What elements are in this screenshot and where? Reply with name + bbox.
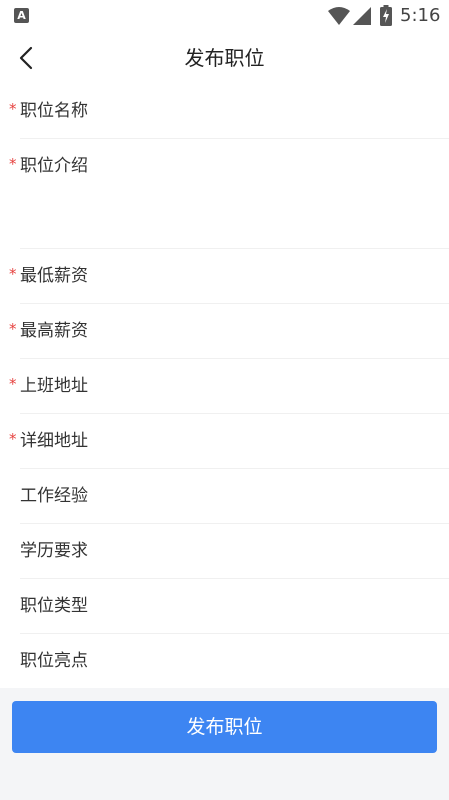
field-label: 详细地址	[20, 431, 88, 451]
status-time: 5:16	[400, 5, 441, 26]
required-mark: *	[9, 265, 17, 283]
field-label: 职位介绍	[20, 156, 88, 176]
field-job-type[interactable]: 职位类型	[20, 579, 449, 634]
battery-charging-icon	[380, 5, 392, 26]
required-mark: *	[9, 320, 17, 338]
publish-job-button[interactable]: 发布职位	[12, 701, 437, 753]
notification-badge: A	[14, 8, 29, 23]
field-detail-address[interactable]: * 详细地址	[9, 414, 449, 469]
wifi-icon	[328, 7, 350, 25]
field-label: 职位名称	[20, 101, 88, 121]
page-title: 发布职位	[184, 46, 265, 70]
status-bar: A 5:16	[0, 0, 449, 32]
signal-icon	[353, 7, 371, 25]
required-mark: *	[9, 375, 17, 393]
required-mark: *	[9, 430, 17, 448]
required-mark: *	[9, 100, 17, 118]
field-job-description[interactable]: * 职位介绍	[9, 139, 449, 249]
field-label: 最高薪资	[20, 321, 88, 341]
field-label: 职位亮点	[20, 651, 88, 671]
back-button[interactable]	[14, 44, 42, 72]
field-label: 职位类型	[20, 596, 88, 616]
field-education[interactable]: 学历要求	[20, 524, 449, 579]
field-work-experience[interactable]: 工作经验	[20, 469, 449, 524]
nav-bar: 发布职位	[0, 32, 449, 84]
field-label: 上班地址	[20, 376, 88, 396]
job-form: * 职位名称 * 职位介绍 * 最低薪资 * 最高薪资 * 上班地址 * 详细地…	[0, 84, 449, 688]
field-min-salary[interactable]: * 最低薪资	[9, 249, 449, 304]
field-max-salary[interactable]: * 最高薪资	[9, 304, 449, 359]
field-job-highlights[interactable]: 职位亮点	[20, 634, 449, 688]
field-label: 工作经验	[20, 486, 88, 506]
field-work-address[interactable]: * 上班地址	[9, 359, 449, 414]
field-job-name[interactable]: * 职位名称	[9, 84, 449, 139]
required-mark: *	[9, 155, 17, 173]
chevron-left-icon	[19, 46, 33, 70]
field-label: 学历要求	[20, 541, 88, 561]
field-label: 最低薪资	[20, 266, 88, 286]
bottom-area: 发布职位	[0, 688, 449, 800]
